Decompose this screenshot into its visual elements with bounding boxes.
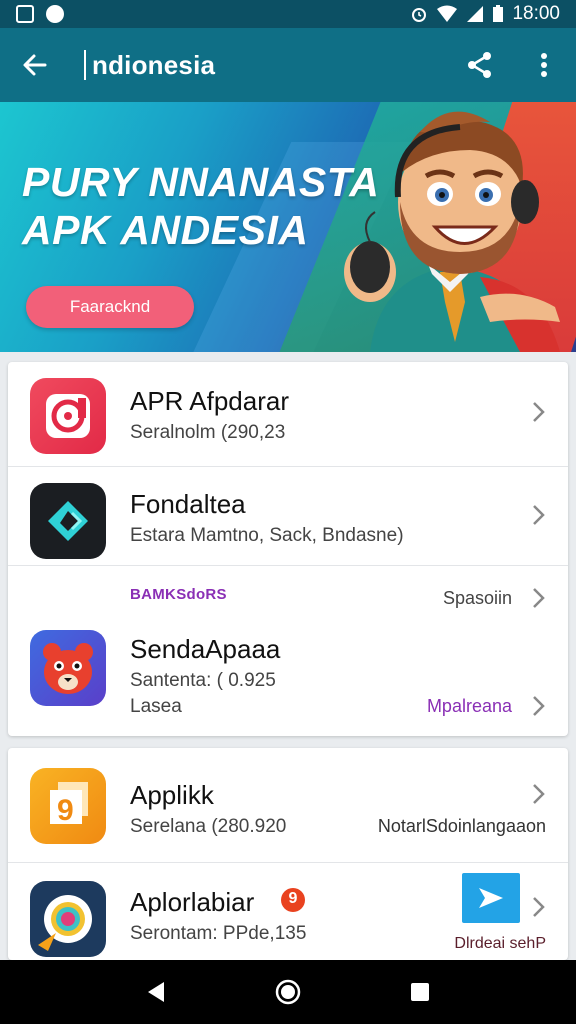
section-right-label: Spasoiin	[442, 588, 512, 608]
chevron-right-icon	[533, 505, 545, 525]
promo-banner[interactable]: PURY NNANASTA APK ANDESIA Faaracknd	[0, 102, 576, 352]
nav-home-icon	[275, 979, 301, 1005]
nav-recents-button[interactable]	[390, 962, 450, 1022]
share-icon	[468, 52, 491, 78]
banner-cta-button[interactable]: Faaracknd	[26, 286, 194, 328]
app-subtitle: Serontam: PPde,135	[130, 923, 307, 944]
app-name: APR Afpdarar	[130, 386, 289, 416]
more-vert-icon	[541, 53, 547, 77]
system-nav-bar	[0, 960, 576, 1024]
chevron-right-icon	[533, 696, 545, 716]
nav-recents-icon	[411, 983, 429, 1001]
photo-icon	[16, 5, 34, 23]
alarm-icon	[412, 8, 427, 22]
app-subtitle: Santenta: ( 0.925	[130, 670, 276, 691]
back-button[interactable]	[0, 28, 70, 102]
nav-back-icon	[148, 982, 164, 1002]
nav-back-button[interactable]	[126, 962, 186, 1022]
list-item[interactable]: Fondaltea Estara Mamtno, Sack, Bndasne)	[8, 467, 568, 565]
page-title: ndionesia	[92, 49, 216, 80]
chevron-right-icon	[533, 588, 545, 608]
app-right-label: Dlrdeai sehP	[454, 935, 546, 952]
more-options-button[interactable]	[512, 28, 576, 102]
section-label: BAMKSdoRS	[130, 586, 227, 603]
nav-home-button[interactable]	[258, 962, 318, 1022]
battery-icon	[493, 5, 504, 22]
play-store-icon	[46, 5, 64, 23]
notification-badge: 9	[288, 890, 298, 907]
bear-face-icon	[30, 630, 106, 706]
chevron-right-icon	[533, 897, 545, 917]
banner-headline: PURY NNANASTA APK ANDESIA	[22, 158, 379, 254]
arrow-left-icon	[23, 54, 47, 76]
apps-card: 9 Applikk Serelana (280.920 NotarlSdoinl…	[8, 748, 568, 960]
app-subtitle: Serelana (280.920	[130, 816, 287, 837]
signal-icon	[467, 6, 484, 22]
play-action-button[interactable]	[462, 873, 520, 923]
chevron-right-icon	[533, 784, 545, 804]
svg-text:9: 9	[57, 794, 74, 827]
mascot-illustration	[344, 111, 560, 352]
banner-headline-line1: PURY NNANASTA	[22, 159, 380, 205]
list-item[interactable]: APR Afpdarar Seralnolm (290,23	[8, 362, 568, 466]
app-name: Aplorlabiar	[130, 887, 255, 917]
title-cursor	[84, 50, 86, 80]
apps-card: APR Afpdarar Seralnolm (290,23 Fondaltea…	[8, 362, 568, 736]
app-subtitle: Estara Mamtno, Sack, Bndasne)	[130, 525, 404, 546]
app-right-label: Mpalreana	[426, 696, 512, 716]
app-right-label: NotarlSdoinlangaaon	[377, 816, 546, 836]
app-subtitle: Seralnolm (290,23	[130, 422, 286, 443]
music-disc-icon	[30, 378, 106, 454]
status-bar: 18:00	[0, 0, 576, 28]
list-item[interactable]: Aplorlabiar 9 Serontam: PPde,135 Dlrdeai…	[8, 863, 568, 960]
camera-lens-icon	[30, 881, 106, 957]
banner-headline-line2: APK ANDESIA	[22, 207, 309, 253]
app-subtitle-2: Lasea	[130, 696, 182, 717]
wifi-icon	[437, 5, 458, 22]
chevron-right-icon	[533, 402, 545, 422]
list-item[interactable]: 9 Applikk Serelana (280.920 NotarlSdoinl…	[8, 748, 568, 862]
app-name: Fondaltea	[130, 489, 246, 519]
section-header[interactable]: BAMKSdoRS Spasoiin	[8, 566, 568, 618]
list-item[interactable]: SendaApaaa Santenta: ( 0.925 Lasea Mpalr…	[8, 618, 568, 736]
app-name: Applikk	[130, 780, 214, 810]
send-icon	[479, 888, 503, 908]
share-button[interactable]	[448, 28, 512, 102]
notepad-icon: 9	[30, 768, 106, 844]
diamond-arrow-icon	[30, 483, 106, 559]
app-name: SendaApaaa	[130, 634, 281, 664]
status-time: 18:00	[512, 3, 560, 24]
app-bar: ndionesia	[0, 28, 576, 102]
